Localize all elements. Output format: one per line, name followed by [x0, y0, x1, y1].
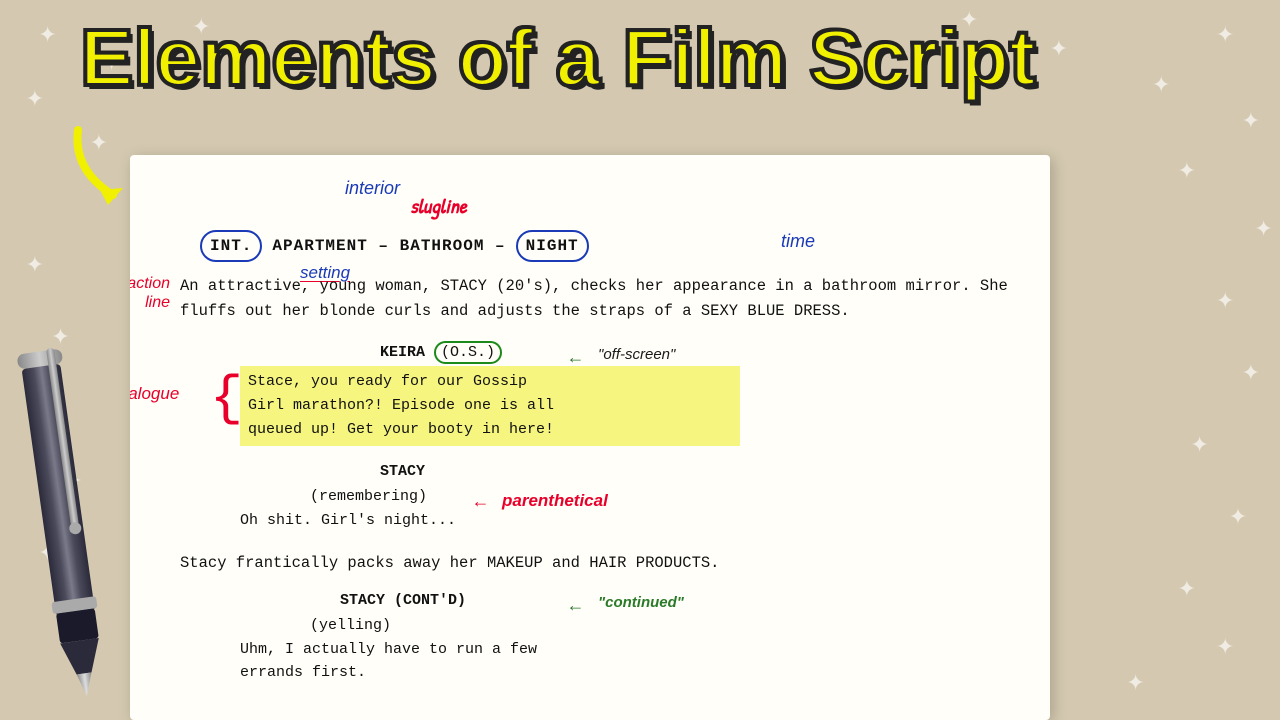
- keira-character-line: KEIRA (O.S.) ← "off-screen": [380, 342, 1010, 365]
- stacy-contd-dialogue: Uhm, I actually have to run a fewerrands…: [240, 639, 1010, 684]
- dialogue-label: dialogue: [130, 381, 179, 407]
- time-label: time: [781, 228, 815, 255]
- parenthetical-text: (remembering): [310, 488, 427, 505]
- slugline-section: slugline interior time INT. APARTMENT – …: [180, 230, 1010, 262]
- action-block-1: actionline An attractive, young woman, S…: [180, 274, 1010, 324]
- slugline-location: APARTMENT – BATHROOM –: [272, 234, 505, 258]
- pen-decoration: [10, 330, 115, 710]
- action-block-2: Stacy frantically packs away her MAKEUP …: [180, 551, 1010, 576]
- offscreen-label: "off-screen": [598, 344, 675, 367]
- continued-label: "continued": [598, 592, 684, 615]
- page-title: Elements of a Film Script: [80, 18, 1036, 98]
- stacy-character-line: STACY: [380, 461, 1010, 484]
- interior-label: interior: [345, 175, 400, 202]
- int-circled: INT.: [200, 230, 262, 262]
- action-line-label: actionline: [130, 274, 170, 312]
- action-text-1: An attractive, young woman, STACY (20's)…: [180, 277, 1008, 320]
- title-arrow: [58, 120, 148, 215]
- action-text-2: Stacy frantically packs away her MAKEUP …: [180, 554, 720, 572]
- stacy-name: STACY: [380, 463, 425, 480]
- stacy-dialogue: Oh shit. Girl's night...: [240, 510, 1010, 533]
- stacy-contd-dialogue-text: Uhm, I actually have to run a fewerrands…: [240, 641, 537, 681]
- script-paper: slugline interior time INT. APARTMENT – …: [130, 155, 1050, 720]
- script-content: slugline interior time INT. APARTMENT – …: [180, 230, 1010, 684]
- slugline-text: INT. APARTMENT – BATHROOM – NIGHT: [200, 230, 1010, 262]
- dialogue-brace: {: [210, 371, 243, 426]
- stacy-contd-name: STACY (CONT'D): [340, 592, 466, 609]
- keira-name: KEIRA: [380, 344, 434, 361]
- keira-dialogue-container: dialogue { Stace, you ready for our Goss…: [240, 366, 1010, 446]
- stacy-dialogue-text: Oh shit. Girl's night...: [240, 512, 456, 529]
- paren-label: parenthetical: [502, 488, 608, 514]
- stacy-contd-character-line: STACY (CONT'D) ← "continued": [340, 590, 1010, 613]
- night-circled: NIGHT: [516, 230, 589, 262]
- yelling-paren-text: (yelling): [310, 617, 391, 634]
- slugline-label: slugline: [410, 192, 467, 222]
- paren-arrow: ←: [475, 490, 486, 517]
- os-indicator: (O.S.): [434, 341, 502, 364]
- stacy-parenthetical: (remembering) ← parenthetical: [310, 486, 1010, 509]
- stacy-yelling-paren: (yelling): [310, 615, 1010, 638]
- keira-dialogue-text: Stace, you ready for our Gossip Girl mar…: [240, 366, 740, 446]
